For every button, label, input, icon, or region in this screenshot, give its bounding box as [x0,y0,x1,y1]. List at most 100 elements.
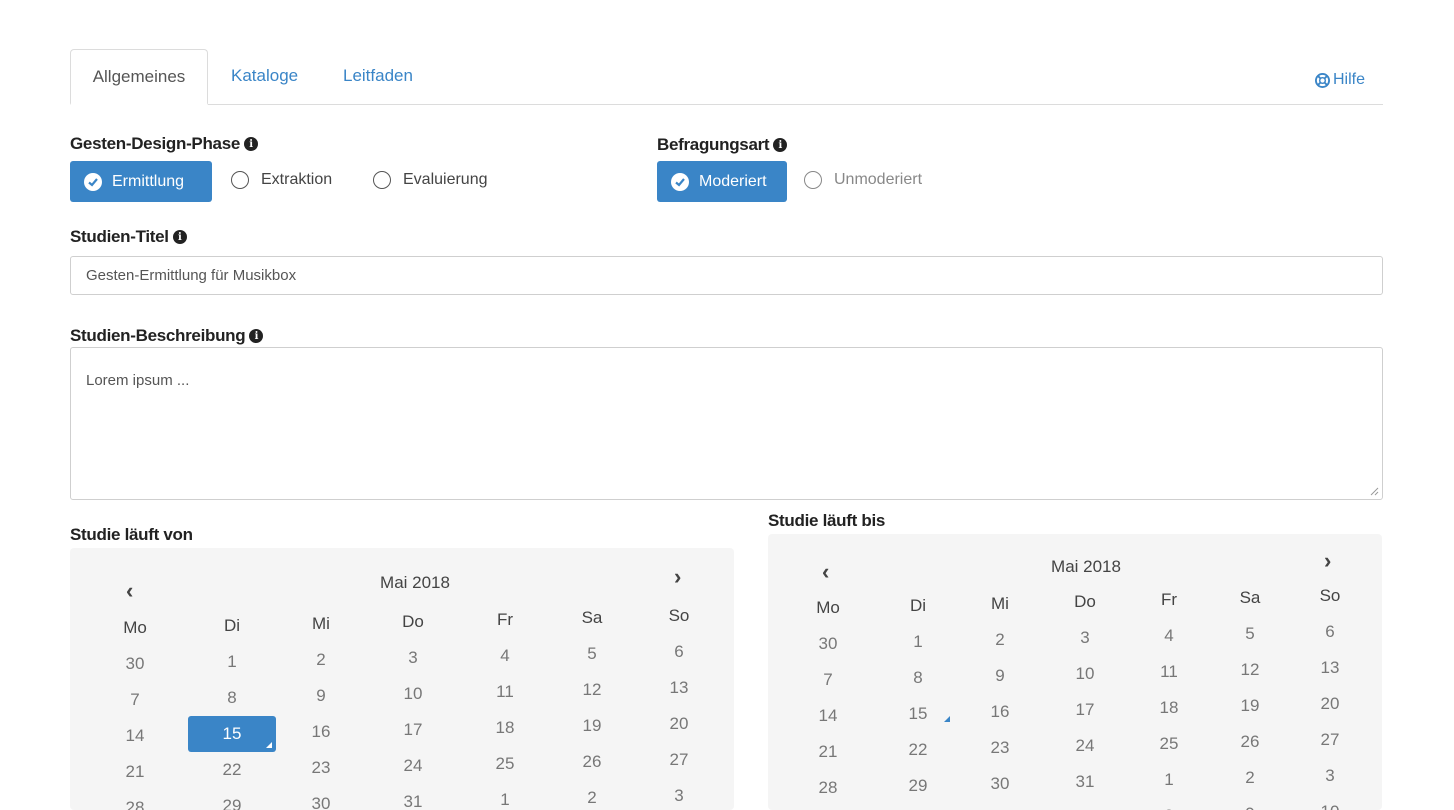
calendar-day[interactable]: 4 [465,646,545,666]
calendar-day[interactable]: 14 [95,726,175,746]
check-icon [84,172,102,191]
calendar-day[interactable]: 31 [373,792,453,810]
calendar-day[interactable]: 27 [1290,730,1370,750]
calendar-day[interactable]: 3 [1045,628,1125,648]
calendar-day[interactable]: 26 [1210,732,1290,752]
calendar-day[interactable]: 17 [1045,700,1125,720]
calendar-day[interactable]: 3 [639,786,719,806]
calendar-day[interactable]: 11 [1129,662,1209,682]
tab-kataloge[interactable]: Kataloge [231,49,298,102]
today-marker-icon [944,716,950,722]
calendar-day[interactable]: 6 [639,642,719,662]
calendar-day[interactable]: 29 [192,796,272,810]
calendar-day[interactable]: 5 [552,644,632,664]
calendar-day[interactable]: 25 [465,754,545,774]
calendar-day[interactable]: 22 [192,760,272,780]
calendar-day[interactable]: 28 [95,798,175,810]
calendar-day[interactable]: 22 [878,740,958,760]
info-icon[interactable]: i [172,230,187,244]
calendar-day[interactable]: 9 [281,686,361,706]
resize-grip-icon[interactable] [1369,486,1379,496]
calendar-day[interactable]: 30 [95,654,175,674]
survey-option-moderiert[interactable]: Moderiert [657,161,787,202]
calendar-day[interactable]: 23 [281,758,361,778]
chevron-right-icon[interactable]: › [1324,548,1331,574]
calendar-weekday: Mi [991,594,1009,613]
calendar-day[interactable]: 14 [788,706,868,726]
calendar-day[interactable]: 13 [1290,658,1370,678]
calendar-day[interactable]: 17 [373,720,453,740]
info-icon[interactable]: i [773,138,788,152]
calendar-day[interactable]: 20 [639,714,719,734]
calendar-day[interactable]: 2 [1210,768,1290,788]
calendar-day[interactable]: 8 [192,688,272,708]
tab-allgemeines[interactable]: Allgemeines [70,49,208,105]
calendar-day[interactable]: 6 [1290,622,1370,642]
calendar-day[interactable]: 8 [1129,806,1209,810]
calendar-day[interactable]: 4 [1129,626,1209,646]
calendar-day[interactable]: 16 [960,702,1040,722]
calendar-day[interactable]: 9 [960,666,1040,686]
calendar-day[interactable]: 26 [552,752,632,772]
calendar-day[interactable]: 1 [465,790,545,810]
calendar-day[interactable]: 30 [960,774,1040,794]
chevron-right-icon[interactable]: › [674,564,681,590]
calendar-day[interactable]: 5 [1210,624,1290,644]
calendar-day[interactable]: 1 [192,652,272,672]
calendar-day[interactable]: 7 [788,670,868,690]
calendar-day[interactable]: 24 [1045,736,1125,756]
calendar-day[interactable]: 2 [552,788,632,808]
calendar-day[interactable]: 28 [788,778,868,798]
calendar-weekday: So [1319,586,1341,605]
calendar-day[interactable]: 20 [1290,694,1370,714]
calendar-day[interactable]: 18 [1129,698,1209,718]
study-title-input[interactable]: Gesten-Ermittlung für Musikbox [70,256,1383,295]
phase-option-evaluierung[interactable]: Evaluierung [373,171,488,189]
calendar-day[interactable]: 7 [95,690,175,710]
calendar-day[interactable]: 27 [639,750,719,770]
phase-option-extraktion[interactable]: Extraktion [231,171,332,189]
calendar-day[interactable]: 30 [281,794,361,810]
calendar-day[interactable]: 19 [552,716,632,736]
help-link[interactable]: Hilfe [1314,71,1365,89]
calendar-day[interactable]: 31 [1045,772,1125,792]
calendar-day[interactable]: 29 [878,776,958,796]
tab-leitfaden[interactable]: Leitfaden [343,49,413,102]
calendar-day[interactable]: 25 [1129,734,1209,754]
calendar-day[interactable]: 13 [639,678,719,698]
calendar-day[interactable]: 8 [878,668,958,688]
calendar-day[interactable]: 10 [1290,802,1370,810]
calendar-day[interactable]: 10 [1045,664,1125,684]
phase-option-ermittlung[interactable]: Ermittlung [70,161,212,202]
check-icon [671,172,689,191]
calendar-day[interactable]: 2 [281,650,361,670]
study-description-value: Lorem ipsum ... [86,372,190,389]
study-description-textarea[interactable]: Lorem ipsum ... [70,347,1383,500]
calendar-day[interactable]: 16 [281,722,361,742]
calendar-day[interactable]: 12 [1210,660,1290,680]
study-description-label-text: Studien-Beschreibung [70,326,246,345]
calendar-day[interactable]: 3 [373,648,453,668]
calendar-day[interactable]: 21 [788,742,868,762]
info-icon[interactable]: i [249,329,264,343]
calendar-day[interactable]: 1 [1129,770,1209,790]
calendar-day[interactable]: 10 [373,684,453,704]
calendar-day[interactable]: 11 [465,682,545,702]
calendar-day[interactable]: 24 [373,756,453,776]
chevron-left-icon[interactable]: ‹ [126,578,133,604]
survey-option-unmoderiert[interactable]: Unmoderiert [804,171,922,189]
phase-label: Gesten-Design-Phase i [70,134,259,154]
calendar-day[interactable]: 3 [1290,766,1370,786]
calendar-day[interactable]: 18 [465,718,545,738]
calendar-day[interactable]: 9 [1210,804,1290,810]
info-icon[interactable]: i [244,137,259,151]
chevron-left-icon[interactable]: ‹ [822,559,829,585]
calendar-day[interactable]: 23 [960,738,1040,758]
calendar-day[interactable]: 19 [1210,696,1290,716]
calendar-day[interactable]: 1 [878,632,958,652]
calendar-day[interactable]: 12 [552,680,632,700]
calendar-day[interactable]: 21 [95,762,175,782]
calendar-day-selected[interactable]: 15 [188,716,276,752]
calendar-day[interactable]: 30 [788,634,868,654]
calendar-day[interactable]: 2 [960,630,1040,650]
